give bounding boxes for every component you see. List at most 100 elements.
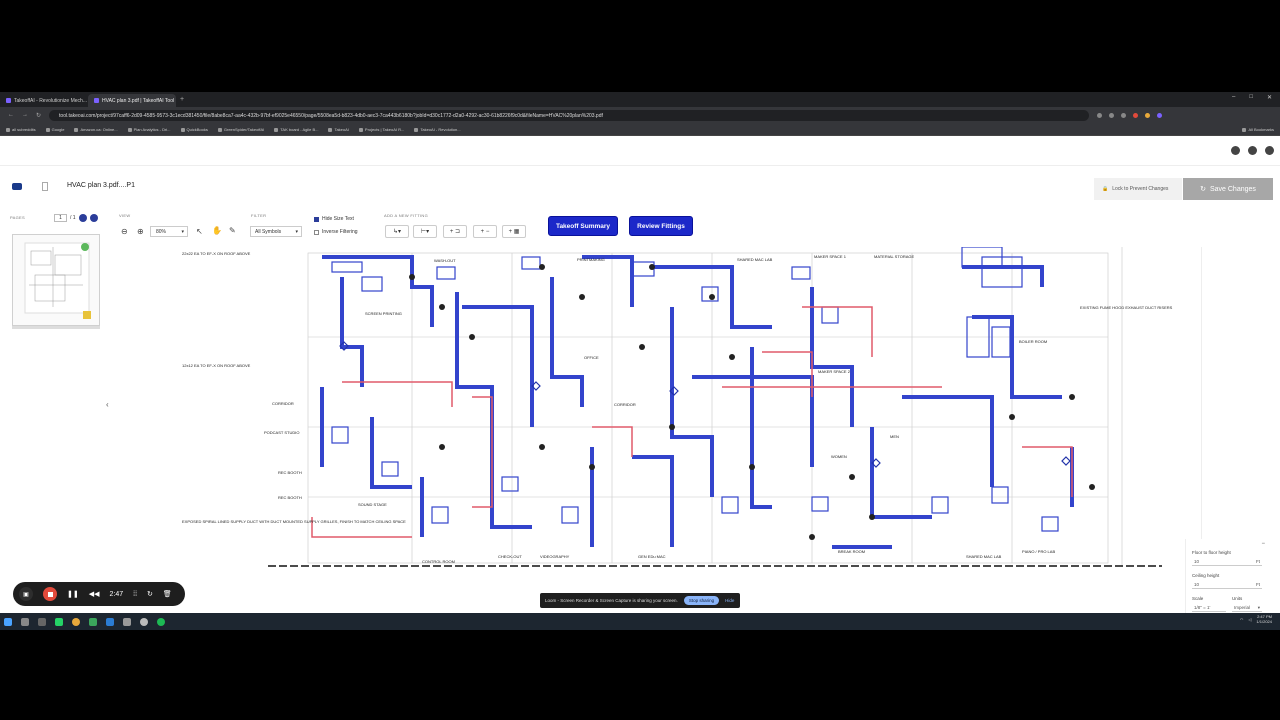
bookmark[interactable]: QuickBooks bbox=[180, 127, 208, 132]
wifi-icon[interactable]: ◠ bbox=[1240, 617, 1244, 622]
bookmark[interactable]: Google bbox=[45, 127, 64, 132]
bookmark[interactable]: Projects | TakeoAI R... bbox=[358, 127, 404, 132]
hide-button[interactable]: Hide bbox=[725, 598, 734, 603]
scale-value: 1/8" = 1' bbox=[1194, 605, 1211, 610]
close-icon[interactable]: ✕ bbox=[1267, 94, 1272, 101]
stop-sharing-button[interactable]: Stop sharing bbox=[683, 596, 720, 605]
grid-icon: + ▦ bbox=[508, 229, 520, 235]
whatsapp-icon[interactable] bbox=[55, 617, 63, 626]
page-thumbnail[interactable] bbox=[12, 234, 100, 326]
bookmark[interactable]: TAK board - Agile B... bbox=[274, 127, 318, 132]
prev-page-icon[interactable] bbox=[78, 214, 87, 222]
extension-icon[interactable] bbox=[1097, 113, 1103, 118]
start-icon[interactable] bbox=[4, 617, 12, 626]
zoom-in-icon[interactable]: ⊕ bbox=[137, 227, 144, 236]
volume-icon[interactable]: ◁ bbox=[1248, 617, 1251, 622]
taskbar-app-icon[interactable] bbox=[140, 617, 148, 626]
symbol-filter-select[interactable]: All Symbols ▾ bbox=[250, 226, 302, 237]
pen-icon[interactable]: ✎ bbox=[229, 226, 236, 235]
reload-icon[interactable]: ↻ bbox=[36, 112, 41, 119]
fitting-cross-button[interactable]: + ⊐ bbox=[443, 225, 467, 238]
taskbar-app-icon[interactable] bbox=[123, 617, 131, 626]
back-icon[interactable]: ← bbox=[8, 112, 14, 119]
all-bookmarks[interactable]: All Bookmarks bbox=[1242, 127, 1274, 132]
scale-select[interactable]: 1/8" = 1' bbox=[1192, 604, 1226, 612]
settings-icon[interactable] bbox=[1265, 146, 1274, 155]
takeoff-logo-icon[interactable] bbox=[12, 183, 22, 190]
filter-label: FILTER bbox=[251, 213, 267, 218]
thumbnail-scrollbar[interactable] bbox=[12, 326, 100, 329]
share-message: Loom - Screen Recorder & Screen Capture … bbox=[545, 598, 678, 603]
taskbar-app-icon[interactable] bbox=[38, 617, 46, 626]
stop-record-button[interactable] bbox=[43, 587, 57, 601]
word-icon[interactable] bbox=[106, 617, 114, 626]
page-number-input[interactable]: 1 bbox=[54, 214, 67, 222]
drawing-label: WASH-OUT bbox=[434, 258, 456, 263]
drawing-label: 12x12 EA TO EF-X ON ROOF ABOVE bbox=[182, 363, 251, 368]
ceiling-height-input[interactable]: 10 Ft bbox=[1192, 581, 1262, 589]
tray-clock[interactable]: 2:47 PM 1/1/2024 bbox=[1256, 614, 1272, 624]
bookmark[interactable]: TakeoAI - Revolution... bbox=[414, 127, 461, 132]
bookmark-icon bbox=[217, 127, 222, 132]
review-fittings-button[interactable]: Review Fittings bbox=[629, 216, 693, 236]
trash-icon[interactable]: 🗑 bbox=[163, 590, 172, 598]
collapse-icon[interactable]: − bbox=[1261, 541, 1265, 547]
restart-icon[interactable]: ↻ bbox=[147, 590, 153, 598]
collapse-panel-icon[interactable]: ‹ bbox=[106, 400, 109, 409]
extension-icon[interactable] bbox=[1109, 113, 1115, 118]
fitting-reducer-button[interactable]: + − bbox=[473, 225, 497, 238]
lock-button[interactable]: 🔒 Lock to Prevent Changes bbox=[1094, 178, 1182, 200]
fitting-tee-button[interactable]: ⊢▾ bbox=[413, 225, 437, 238]
bookmark[interactable]: GreenSpider/TakeoffAI bbox=[217, 127, 264, 132]
minimize-icon[interactable]: – bbox=[1232, 94, 1235, 101]
floor-height-input[interactable]: 10 Ft bbox=[1192, 558, 1262, 566]
new-tab-icon[interactable]: + bbox=[180, 96, 184, 103]
url-field[interactable]: tool.takeoai.com/project/97caff6-2d09-45… bbox=[49, 110, 1090, 121]
bookmark[interactable]: Amazon.ca: Online... bbox=[74, 127, 118, 132]
rewind-icon[interactable]: ◀◀ bbox=[89, 590, 100, 598]
file-name: HVAC plan 3.pdf....P1 bbox=[67, 182, 135, 189]
fitting-grid-button[interactable]: + ▦ bbox=[502, 225, 526, 238]
pointer-icon[interactable]: ↖ bbox=[196, 227, 203, 236]
zoom-select[interactable]: 80% ▾ bbox=[150, 226, 188, 237]
takeoff-summary-button[interactable]: Takeoff Summary bbox=[548, 216, 618, 236]
window-controls: – □ ✕ bbox=[1232, 94, 1272, 101]
next-page-icon[interactable] bbox=[89, 214, 98, 222]
zoom-out-icon[interactable]: ⊖ bbox=[121, 227, 128, 236]
account-icon[interactable] bbox=[1231, 146, 1240, 155]
spotify-icon[interactable] bbox=[157, 617, 165, 626]
camera-icon[interactable]: ▣ bbox=[19, 587, 33, 601]
walls bbox=[307, 247, 1203, 582]
hvac-drawing-canvas[interactable]: 22x22 EA TO EF-X ON ROOF ABOVE 12x12 EA … bbox=[112, 246, 1203, 582]
forward-icon[interactable]: → bbox=[22, 112, 28, 119]
unit-label: Ft bbox=[1256, 559, 1260, 564]
save-changes-button[interactable]: ↻ Save Changes bbox=[1183, 178, 1273, 200]
hand-icon[interactable]: ✋ bbox=[212, 226, 222, 235]
bookmark-icon bbox=[6, 127, 10, 132]
extension-icon[interactable] bbox=[1133, 113, 1139, 118]
bookmark[interactable]: Plan Analytics - Dri... bbox=[127, 127, 171, 132]
inverse-filtering-checkbox[interactable]: Inverse Filtering bbox=[314, 229, 358, 235]
hide-size-text-checkbox[interactable]: Hide Size Text bbox=[314, 216, 354, 222]
maximize-icon[interactable]: □ bbox=[1249, 94, 1253, 101]
bookmark[interactable]: TakeoAI bbox=[328, 127, 349, 132]
taskbar-app-icon[interactable] bbox=[89, 617, 97, 626]
extension-icon[interactable] bbox=[1157, 113, 1163, 118]
add-fitting-label: ADD A NEW FITTING bbox=[384, 213, 428, 218]
page-navigator: 1 / 1 bbox=[54, 214, 98, 222]
extension-icon[interactable] bbox=[1145, 113, 1151, 118]
pause-icon[interactable]: ❚❚ bbox=[67, 590, 79, 598]
chrome-icon[interactable] bbox=[72, 617, 80, 626]
bell-icon[interactable] bbox=[1248, 146, 1257, 155]
drawing-label: MATERIAL STORAGE bbox=[874, 254, 914, 259]
browser-tab[interactable]: TakeoffAI - Revolutionize Mech... bbox=[0, 94, 88, 107]
browser-tab-active[interactable]: HVAC plan 3.pdf | TakeoffAI Tool bbox=[88, 94, 176, 107]
drawing-label: CONTROL ROOM bbox=[422, 559, 455, 564]
bookmark[interactable]: all subreddits bbox=[6, 127, 36, 132]
fitting-elbow-button[interactable]: ↳▾ bbox=[385, 225, 409, 238]
units-select[interactable]: Imperial ▾ bbox=[1232, 604, 1262, 612]
taskbar-app-icon[interactable] bbox=[21, 617, 29, 626]
bookmark-label: TakeoAI - Revolution... bbox=[420, 127, 461, 132]
grid-icon[interactable]: ⁞⁞ bbox=[133, 591, 137, 598]
extension-icon[interactable] bbox=[1121, 113, 1127, 118]
